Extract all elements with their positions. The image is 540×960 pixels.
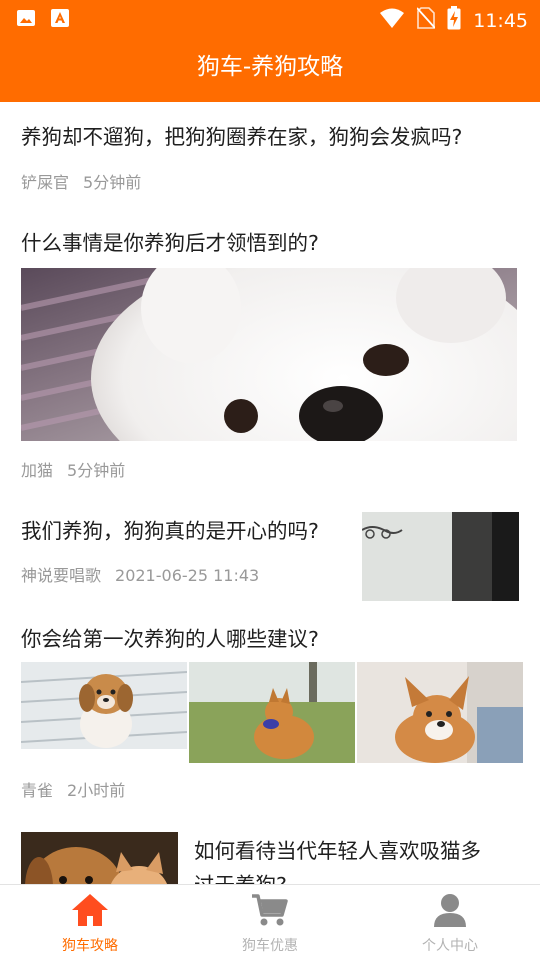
article-image-corgi-person xyxy=(357,662,523,763)
status-bar: 11:45 xyxy=(0,0,540,36)
nav-label: 狗车攻略 xyxy=(62,938,118,954)
nav-item-guide[interactable]: 狗车攻略 xyxy=(0,885,180,960)
article-item[interactable]: 如何看待当代年轻人喜欢吸猫多 过于养狗? xyxy=(0,818,540,884)
status-time: 11:45 xyxy=(473,9,528,32)
nav-item-profile[interactable]: 个人中心 xyxy=(360,885,540,960)
article-image-white-dog xyxy=(21,268,517,441)
article-item[interactable]: 什么事情是你养狗后才领悟到的? 加猫 5分钟前 xyxy=(0,210,540,490)
bottom-nav: 狗车攻略 狗车优惠 个人中心 xyxy=(0,884,540,960)
cart-icon xyxy=(251,893,289,931)
article-image-puppy xyxy=(21,662,187,749)
article-title-line2: 过于养狗? xyxy=(194,868,287,884)
article-title: 养狗却不遛狗，把狗狗圈养在家，狗狗会发疯吗? xyxy=(21,125,463,149)
article-time: 5分钟前 xyxy=(67,461,126,480)
home-icon xyxy=(71,893,109,931)
nav-label: 个人中心 xyxy=(422,938,478,954)
article-author: 青雀 xyxy=(21,781,54,800)
nav-item-deals[interactable]: 狗车优惠 xyxy=(180,885,360,960)
article-meta: 青雀 2小时前 xyxy=(21,777,125,801)
wifi-icon xyxy=(379,7,405,34)
notification-icons xyxy=(16,8,70,32)
article-image-corgi-grass xyxy=(189,662,355,763)
article-title: 我们养狗，狗狗真的是开心的吗? xyxy=(21,519,319,543)
article-author: 铲屎官 xyxy=(21,173,70,192)
article-thumbnail-room xyxy=(362,512,519,601)
article-time: 5分钟前 xyxy=(83,173,142,192)
article-meta: 铲屎官 5分钟前 xyxy=(21,169,141,193)
article-meta: 加猫 5分钟前 xyxy=(21,457,125,481)
article-feed[interactable]: 养狗却不遛狗，把狗狗圈养在家，狗狗会发疯吗? 铲屎官 5分钟前 什么事情是你养狗后… xyxy=(0,102,540,884)
article-meta: 神说要唱歌 2021-06-25 11:43 xyxy=(21,562,259,586)
article-item[interactable]: 养狗却不遛狗，把狗狗圈养在家，狗狗会发疯吗? 铲屎官 5分钟前 xyxy=(0,102,540,210)
app-store-icon xyxy=(50,8,70,32)
article-author: 神说要唱歌 xyxy=(21,566,102,585)
article-title: 如何看待当代年轻人喜欢吸猫多 xyxy=(194,839,481,863)
battery-charging-icon xyxy=(447,6,461,35)
article-item[interactable]: 我们养狗，狗狗真的是开心的吗? 神说要唱歌 2021-06-25 11:43 xyxy=(0,490,540,602)
article-time: 2小时前 xyxy=(67,781,126,800)
article-title: 什么事情是你养狗后才领悟到的? xyxy=(21,231,319,255)
article-author: 加猫 xyxy=(21,461,54,480)
app-bar: 狗车-养狗攻略 xyxy=(0,36,540,102)
page-title: 狗车-养狗攻略 xyxy=(196,54,344,80)
article-title: 你会给第一次养狗的人哪些建议? xyxy=(21,627,319,651)
nav-label: 狗车优惠 xyxy=(242,938,298,954)
no-sim-icon xyxy=(416,7,436,34)
article-time: 2021-06-25 11:43 xyxy=(115,566,260,585)
system-icons: 11:45 xyxy=(379,6,528,35)
user-icon xyxy=(431,893,469,931)
article-item[interactable]: 你会给第一次养狗的人哪些建议? 青雀 2小时前 xyxy=(0,602,540,818)
image-icon xyxy=(16,8,36,32)
article-thumbnail-dog-kitten xyxy=(21,832,178,884)
